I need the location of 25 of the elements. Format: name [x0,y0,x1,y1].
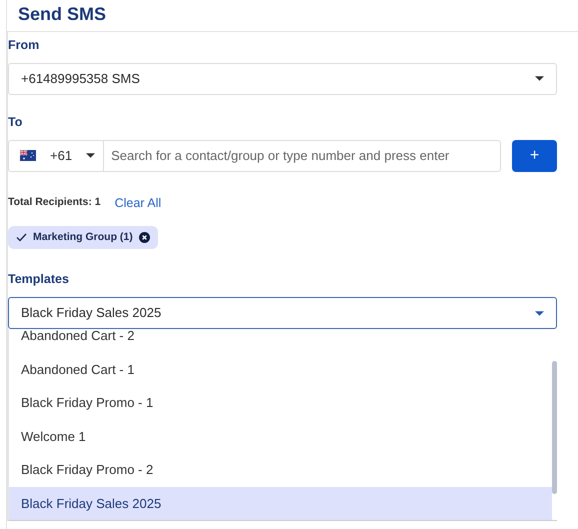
clear-all-link[interactable]: Clear All [114,194,162,212]
caret-icon [86,153,96,158]
dropdown-option[interactable]: Abandoned Cart - 1 [9,352,552,386]
dropdown-option[interactable]: Abandoned Cart - 2 [9,329,552,353]
dropdown-option[interactable]: Black Friday Promo - 1 [9,386,552,420]
caret-icon [535,310,544,316]
field-label: To [8,114,22,131]
from-select[interactable]: +61489995358 SMS [8,62,557,95]
page-title: Send SMS [17,3,108,26]
template-select[interactable]: Black Friday Sales 2025 [8,297,557,329]
caret-icon [535,76,544,82]
check-icon [16,233,27,242]
recipients-count: Total Recipients: 1 [8,195,101,210]
dropdown-option[interactable]: Black Friday Sales 2025 [9,486,552,520]
flag-icon [20,150,36,161]
add-button[interactable]: + [512,140,557,172]
field-label: Templates [8,271,69,288]
remove-icon[interactable] [138,232,150,244]
recipient-chip[interactable]: Marketing Group (1) [8,226,158,250]
country-select[interactable]: +61 [8,140,104,172]
dropdown-option[interactable]: Welcome 1 [9,420,552,454]
search-field[interactable]: Search for a contact/group or type number and press enter [103,140,501,172]
scrollbar-thumb[interactable] [552,361,557,494]
field-label: From [8,37,40,54]
dropdown-option[interactable]: Black Friday Promo - 2 [9,453,552,487]
